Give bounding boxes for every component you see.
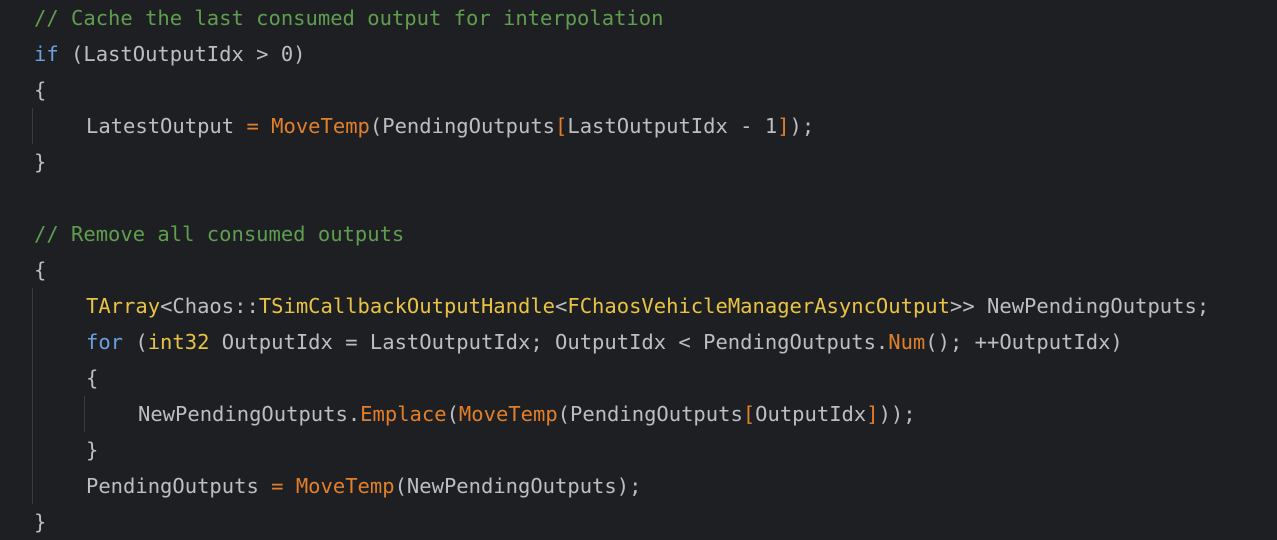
code-token-type: FChaosVehicleManagerAsyncOutput bbox=[567, 294, 950, 318]
code-token-func: ] bbox=[777, 114, 790, 138]
code-token-comment: // Remove all consumed outputs bbox=[34, 222, 405, 246]
code-line[interactable]: { bbox=[34, 72, 46, 108]
code-token-plain: OutputIdx bbox=[755, 402, 867, 426]
code-line[interactable]: { bbox=[34, 252, 46, 288]
code-token-plain: NewPendingOutputs. bbox=[138, 402, 361, 426]
indent-guide bbox=[84, 396, 85, 432]
code-token-type: TSimCallbackOutputHandle bbox=[258, 294, 556, 318]
code-token-func: Num bbox=[888, 330, 926, 354]
code-line[interactable]: } bbox=[34, 144, 46, 180]
code-line[interactable]: TArray<Chaos::TSimCallbackOutputHandle<F… bbox=[86, 288, 1209, 324]
code-token-comment: // Cache the last consumed output for in… bbox=[34, 6, 664, 30]
code-token-func: Emplace bbox=[360, 402, 447, 426]
code-token-plain: { bbox=[86, 366, 99, 390]
code-token-plain: < bbox=[555, 294, 568, 318]
code-token-func: [ bbox=[742, 402, 756, 426]
code-token-plain: ); bbox=[789, 114, 815, 138]
indent-guide bbox=[32, 108, 33, 144]
code-token-func: = bbox=[246, 114, 259, 138]
code-token-plain: LastOutputIdx - 1 bbox=[567, 114, 778, 138]
code-line[interactable]: PendingOutputs = MoveTemp(NewPendingOutp… bbox=[86, 468, 641, 504]
code-line[interactable]: // Remove all consumed outputs bbox=[34, 216, 404, 252]
code-line[interactable]: if (LastOutputIdx > 0) bbox=[34, 36, 306, 72]
code-token-plain: ( bbox=[446, 402, 459, 426]
code-token-plain: OutputIdx = LastOutputIdx; OutputIdx < P… bbox=[209, 330, 889, 354]
code-token-func: [ bbox=[555, 114, 568, 138]
code-token-func: MoveTemp bbox=[271, 114, 370, 138]
code-line[interactable]: NewPendingOutputs.Emplace(MoveTemp(Pendi… bbox=[138, 396, 916, 432]
code-token-plain: PendingOutputs bbox=[86, 474, 272, 498]
code-line[interactable]: } bbox=[86, 432, 98, 468]
code-token-plain: )); bbox=[878, 402, 916, 426]
code-line[interactable]: LatestOutput = MoveTemp(PendingOutputs[L… bbox=[86, 108, 814, 144]
code-token-plain: } bbox=[86, 438, 99, 462]
code-token-plain: Chaos bbox=[172, 294, 235, 318]
indent-guide bbox=[32, 288, 33, 504]
code-token-plain: (PendingOutputs bbox=[369, 114, 556, 138]
code-token-keyword: if bbox=[34, 42, 59, 66]
code-token-plain: ( bbox=[123, 330, 148, 354]
code-token-plain: { bbox=[34, 258, 47, 282]
code-token-type: int32 bbox=[147, 330, 210, 354]
code-token-plain: } bbox=[34, 150, 47, 174]
code-token-func: = bbox=[271, 474, 284, 498]
code-token-plain: } bbox=[34, 510, 47, 534]
code-token-func: MoveTemp bbox=[295, 474, 395, 498]
code-token-plain: (PendingOutputs bbox=[557, 402, 743, 426]
code-token-plain: (); ++OutputIdx) bbox=[925, 330, 1123, 354]
code-token-func: MoveTemp bbox=[458, 402, 558, 426]
code-token-plain: :: bbox=[234, 294, 259, 318]
code-token-func: ] bbox=[866, 402, 879, 426]
code-token-plain: < bbox=[160, 294, 173, 318]
code-token-plain: >> NewPendingOutputs; bbox=[949, 294, 1210, 318]
code-editor[interactable]: // Cache the last consumed output for in… bbox=[0, 0, 1277, 535]
code-token-plain: (NewPendingOutputs); bbox=[394, 474, 642, 498]
code-line[interactable]: for (int32 OutputIdx = LastOutputIdx; Ou… bbox=[86, 324, 1123, 360]
code-token-plain: { bbox=[34, 78, 47, 102]
code-token-type: TArray bbox=[86, 294, 161, 318]
code-token-keyword: for bbox=[86, 330, 124, 354]
code-line[interactable]: // Cache the last consumed output for in… bbox=[34, 0, 663, 36]
code-line[interactable]: { bbox=[86, 360, 98, 396]
code-token-plain: (LastOutputIdx > 0) bbox=[58, 42, 306, 66]
code-token-plain: LatestOutput bbox=[86, 114, 247, 138]
